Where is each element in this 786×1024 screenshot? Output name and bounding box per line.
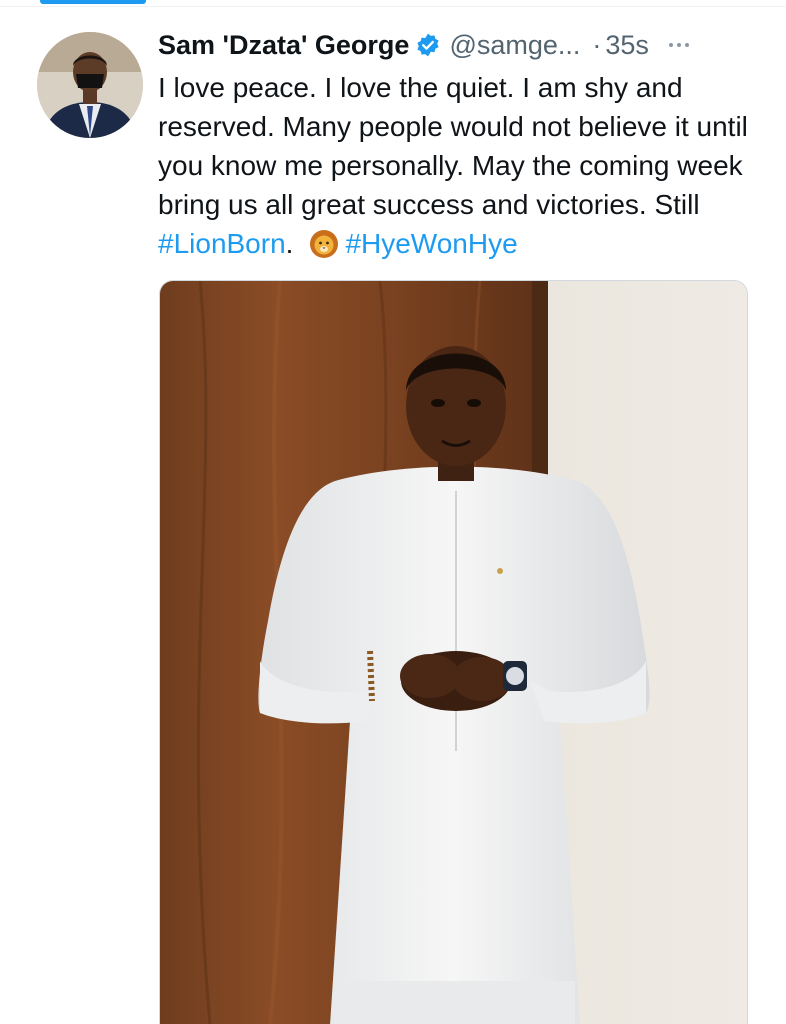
profile-photo-icon (37, 32, 143, 138)
photo-man-in-white-kaftan-icon (160, 281, 747, 1024)
tweet-text: I love peace. I love the quiet. I am shy… (158, 68, 758, 263)
tweet-timestamp[interactable]: 35s (605, 30, 649, 61)
tweet-header: Sam 'Dzata' George @samge... · 35s (158, 28, 766, 62)
hashtag-link-lionborn[interactable]: #LionBorn (158, 228, 286, 259)
author-name[interactable]: Sam 'Dzata' George (158, 30, 409, 61)
avatar[interactable] (37, 32, 143, 138)
verified-badge-icon (415, 32, 441, 58)
more-options-icon[interactable] (668, 43, 689, 47)
active-tab-indicator (40, 0, 146, 4)
tweet-media-photo[interactable] (159, 280, 748, 1024)
top-divider (0, 6, 786, 7)
tweet-body-text: I love peace. I love the quiet. I am shy… (158, 72, 748, 220)
header-separator: · (592, 29, 602, 60)
author-handle[interactable]: @samge... (449, 30, 580, 61)
hashtag-link-hyewonhye[interactable]: #HyeWonHye (345, 228, 517, 259)
lion-emoji-icon (307, 229, 341, 259)
tweet-punctuation: . (285, 228, 294, 259)
